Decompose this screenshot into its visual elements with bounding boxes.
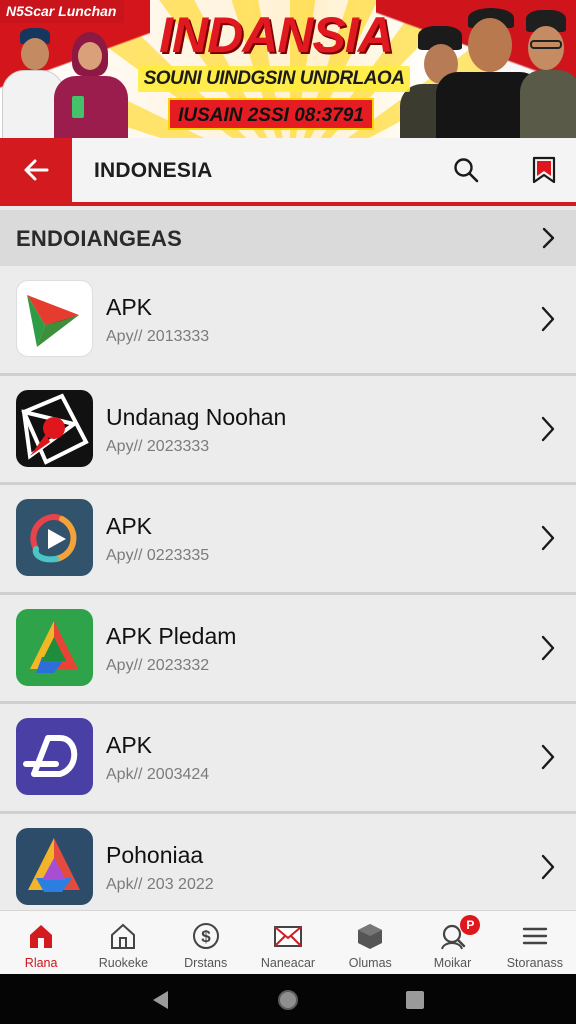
banner-corner-label: N5Scar Lunchan bbox=[0, 0, 125, 23]
app-name: Pohoniaa bbox=[106, 841, 204, 868]
app-name: APK bbox=[106, 294, 153, 320]
nav-item-naneacar[interactable]: Naneacar bbox=[247, 911, 329, 974]
system-recents-icon[interactable] bbox=[404, 989, 426, 1011]
nav-label: Rlana bbox=[24, 956, 58, 970]
banner-person-5 bbox=[520, 10, 576, 138]
app-name: APK bbox=[106, 732, 153, 758]
nav-label: Drstans bbox=[184, 956, 228, 970]
app-meta: Apy// 2023333 bbox=[106, 437, 210, 455]
triangle-drive-icon bbox=[16, 608, 93, 686]
nav-item-storanass[interactable]: Storanass bbox=[494, 911, 576, 974]
nav-label: Naneacar bbox=[260, 956, 316, 970]
nav-label: Olumas bbox=[348, 956, 392, 970]
nav-label: Ruokeke bbox=[98, 956, 149, 970]
app-list-item[interactable]: APK Pledam Apy// 2023332 bbox=[0, 594, 576, 704]
search-icon bbox=[454, 158, 479, 183]
chevron-right-icon bbox=[541, 744, 555, 770]
gradient-triangle-icon bbox=[16, 827, 93, 905]
banner-title: INDANSIA bbox=[159, 7, 394, 63]
app-list-item[interactable]: APK Apk// 2003424 bbox=[0, 704, 576, 814]
chevron-right-icon bbox=[541, 416, 555, 441]
nav-label: Moikar bbox=[433, 956, 472, 970]
system-navigation-bar bbox=[0, 974, 576, 1024]
menu-icon bbox=[518, 919, 552, 953]
play-arrow-icon bbox=[16, 280, 93, 357]
nav-item-olumas[interactable]: Olumas bbox=[329, 911, 411, 974]
home-outline-icon bbox=[106, 919, 140, 953]
home-filled-icon bbox=[24, 919, 58, 953]
app-list-item[interactable]: Undanag Noohan Apy// 2023333 bbox=[0, 375, 576, 485]
dollar-circle-icon: $ bbox=[189, 919, 223, 953]
app-list-item[interactable]: APK Apy// 0223335 bbox=[0, 485, 576, 595]
app-meta: Apy// 2013333 bbox=[106, 328, 210, 345]
bottom-navigation: Rlana Ruokeke $ Drstans Naneacar Olumas … bbox=[0, 910, 576, 974]
nav-label: Storanass bbox=[506, 956, 563, 970]
section-header[interactable]: ENDOIANGEAS bbox=[0, 210, 576, 266]
chevron-right-icon bbox=[542, 227, 555, 249]
mail-icon bbox=[271, 919, 305, 953]
app-bar: INDONESIA bbox=[0, 138, 576, 206]
d-logo-icon bbox=[16, 718, 93, 795]
star-pointer-icon bbox=[16, 389, 93, 467]
chevron-right-icon bbox=[541, 854, 555, 879]
banner-subtitle: SOUNI UINDGSIN UNDRLAOA bbox=[138, 66, 410, 92]
nav-item-ruokeke[interactable]: Ruokeke bbox=[82, 911, 164, 974]
search-button[interactable] bbox=[448, 152, 484, 188]
app-list-item[interactable]: Pohoniaa Apk// 203 2022 bbox=[0, 813, 576, 923]
chevron-right-icon bbox=[541, 635, 555, 660]
bookmark-button[interactable] bbox=[526, 152, 562, 188]
app-name: Undanag Noohan bbox=[106, 403, 287, 430]
chevron-right-icon bbox=[541, 525, 555, 551]
notification-badge: P bbox=[460, 915, 481, 935]
app-meta: Apk// 2003424 bbox=[106, 766, 210, 783]
system-home-icon[interactable] bbox=[277, 989, 299, 1011]
banner-date: IUSAIN 2SSI 08:3791 bbox=[168, 98, 374, 130]
app-meta: Apy// 0223335 bbox=[106, 547, 210, 564]
nav-item-moikar[interactable]: P Moikar bbox=[411, 911, 493, 974]
app-name: APK bbox=[106, 513, 153, 539]
app-meta: Apy// 2023332 bbox=[106, 656, 210, 674]
nav-item-rlana[interactable]: Rlana bbox=[0, 911, 82, 974]
system-back-icon[interactable] bbox=[150, 989, 172, 1011]
back-button[interactable] bbox=[0, 138, 72, 202]
box-icon bbox=[353, 919, 387, 953]
nav-item-drstans[interactable]: $ Drstans bbox=[165, 911, 247, 974]
banner-person-2 bbox=[50, 30, 130, 138]
chevron-right-icon bbox=[541, 306, 555, 332]
app-name: APK Pledam bbox=[106, 622, 237, 649]
app-list: APK Apy// 2013333 Undanag Noohan Apy// 2… bbox=[0, 266, 576, 923]
page-title: INDONESIA bbox=[94, 159, 213, 182]
app-meta: Apk// 203 2022 bbox=[106, 875, 214, 893]
swirl-play-icon bbox=[16, 499, 93, 576]
app-list-item[interactable]: APK Apy// 2013333 bbox=[0, 266, 576, 376]
bookmark-icon bbox=[532, 156, 556, 184]
section-title: ENDOIANGEAS bbox=[16, 226, 182, 251]
svg-text:$: $ bbox=[201, 927, 211, 946]
arrow-left-icon bbox=[24, 159, 49, 181]
promo-banner[interactable]: N5Scar Lunchan INDANSIA SOUNI UINDGSIN U… bbox=[0, 0, 576, 138]
